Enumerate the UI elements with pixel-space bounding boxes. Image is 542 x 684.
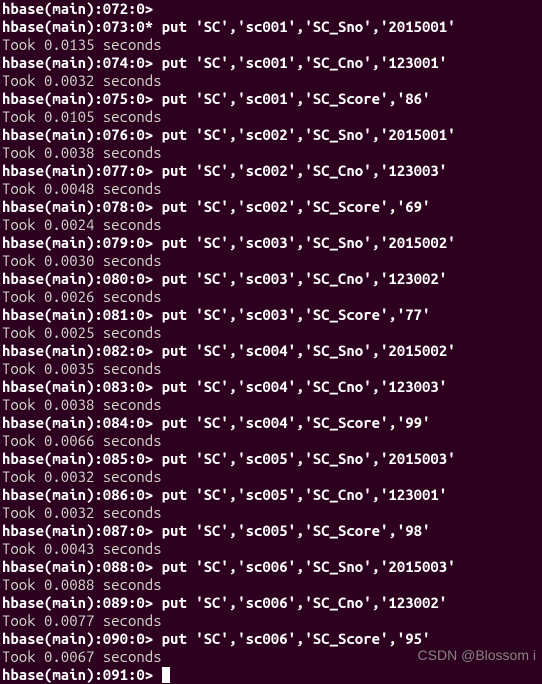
- terminal-line: hbase(main):076:0> put 'SC','sc002','SC_…: [2, 126, 540, 144]
- terminal-line: hbase(main):075:0> put 'SC','sc001','SC_…: [2, 90, 540, 108]
- terminal-line: Took 0.0024 seconds: [2, 216, 540, 234]
- cursor: [162, 667, 170, 683]
- terminal-line: hbase(main):088:0> put 'SC','sc006','SC_…: [2, 558, 540, 576]
- terminal-line: Took 0.0032 seconds: [2, 468, 540, 486]
- terminal-line: Took 0.0066 seconds: [2, 432, 540, 450]
- terminal-line: hbase(main):072:0>: [2, 0, 540, 18]
- terminal-line: Took 0.0025 seconds: [2, 324, 540, 342]
- terminal-line: hbase(main):082:0> put 'SC','sc004','SC_…: [2, 342, 540, 360]
- watermark: CSDN @Blossom i: [418, 646, 536, 664]
- terminal-line: Took 0.0032 seconds: [2, 504, 540, 522]
- terminal-line: Took 0.0032 seconds: [2, 72, 540, 90]
- terminal-line: hbase(main):089:0> put 'SC','sc006','SC_…: [2, 594, 540, 612]
- terminal-line: Took 0.0026 seconds: [2, 288, 540, 306]
- terminal-line: hbase(main):084:0> put 'SC','sc004','SC_…: [2, 414, 540, 432]
- terminal-output[interactable]: hbase(main):072:0>hbase(main):073:0* put…: [2, 0, 540, 684]
- terminal-line: Took 0.0088 seconds: [2, 576, 540, 594]
- terminal-line: hbase(main):087:0> put 'SC','sc005','SC_…: [2, 522, 540, 540]
- terminal-line: hbase(main):083:0> put 'SC','sc004','SC_…: [2, 378, 540, 396]
- terminal-line: Took 0.0038 seconds: [2, 396, 540, 414]
- terminal-line: Took 0.0035 seconds: [2, 360, 540, 378]
- terminal-line: hbase(main):080:0> put 'SC','sc003','SC_…: [2, 270, 540, 288]
- terminal-line: hbase(main):086:0> put 'SC','sc005','SC_…: [2, 486, 540, 504]
- terminal-line: hbase(main):078:0> put 'SC','sc002','SC_…: [2, 198, 540, 216]
- terminal-line: hbase(main):077:0> put 'SC','sc002','SC_…: [2, 162, 540, 180]
- terminal-line: Took 0.0135 seconds: [2, 36, 540, 54]
- terminal-line: Took 0.0077 seconds: [2, 612, 540, 630]
- terminal-line: Took 0.0048 seconds: [2, 180, 540, 198]
- terminal-line: hbase(main):085:0> put 'SC','sc005','SC_…: [2, 450, 540, 468]
- terminal-line: Took 0.0030 seconds: [2, 252, 540, 270]
- terminal-line: hbase(main):073:0* put 'SC','sc001','SC_…: [2, 18, 540, 36]
- terminal-line: hbase(main):081:0> put 'SC','sc003','SC_…: [2, 306, 540, 324]
- terminal-line: Took 0.0043 seconds: [2, 540, 540, 558]
- terminal-line: hbase(main):079:0> put 'SC','sc003','SC_…: [2, 234, 540, 252]
- terminal-line: hbase(main):091:0>: [2, 666, 540, 684]
- terminal-line: Took 0.0105 seconds: [2, 108, 540, 126]
- terminal-line: hbase(main):074:0> put 'SC','sc001','SC_…: [2, 54, 540, 72]
- terminal-line: Took 0.0038 seconds: [2, 144, 540, 162]
